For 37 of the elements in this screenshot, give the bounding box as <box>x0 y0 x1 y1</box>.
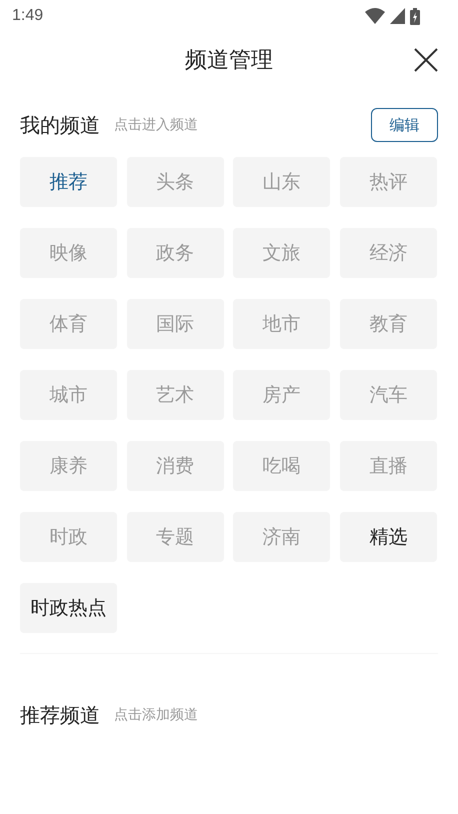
close-button[interactable] <box>414 48 438 72</box>
channel-chip[interactable]: 艺术 <box>126 370 224 420</box>
channel-chip[interactable]: 康养 <box>20 441 117 491</box>
channel-chip[interactable]: 时政热点 <box>20 583 117 633</box>
channel-chip[interactable]: 精选 <box>340 512 437 562</box>
close-icon <box>414 48 438 72</box>
battery-icon <box>410 8 420 24</box>
status-time: 1:49 <box>12 7 44 25</box>
section-title: 推荐频道 <box>20 704 100 728</box>
channel-chip[interactable]: 消费 <box>126 441 224 491</box>
channel-chip[interactable]: 国际 <box>126 299 224 349</box>
channel-chip[interactable]: 济南 <box>233 512 330 562</box>
channel-chip[interactable]: 体育 <box>20 299 117 349</box>
channel-chip[interactable]: 经济 <box>340 228 437 278</box>
channel-chip[interactable]: 吃喝 <box>233 441 330 491</box>
section-hint: 点击添加频道 <box>114 706 199 724</box>
channel-chip[interactable]: 直播 <box>340 441 437 491</box>
channel-chip[interactable]: 城市 <box>20 370 117 420</box>
channel-chip[interactable]: 推荐 <box>20 157 117 207</box>
channel-chip[interactable]: 教育 <box>340 299 437 349</box>
channel-chip[interactable]: 地市 <box>233 299 330 349</box>
wifi-icon <box>365 8 385 24</box>
edit-button[interactable]: 编辑 <box>371 108 438 142</box>
channel-chip[interactable]: 房产 <box>233 370 330 420</box>
channel-chip[interactable]: 政务 <box>126 228 224 278</box>
section-hint: 点击进入频道 <box>114 116 199 134</box>
page-title: 频道管理 <box>185 46 273 74</box>
channel-chip[interactable]: 映像 <box>20 228 117 278</box>
channel-chip[interactable]: 头条 <box>126 157 224 207</box>
signal-icon <box>390 8 405 24</box>
channel-chip[interactable]: 汽车 <box>340 370 437 420</box>
channel-chip[interactable]: 时政 <box>20 512 117 562</box>
channel-chip[interactable]: 热评 <box>340 157 437 207</box>
channel-chip[interactable]: 山东 <box>233 157 330 207</box>
channel-chip[interactable]: 文旅 <box>233 228 330 278</box>
section-title: 我的频道 <box>20 114 100 138</box>
channel-chip[interactable]: 专题 <box>126 512 224 562</box>
